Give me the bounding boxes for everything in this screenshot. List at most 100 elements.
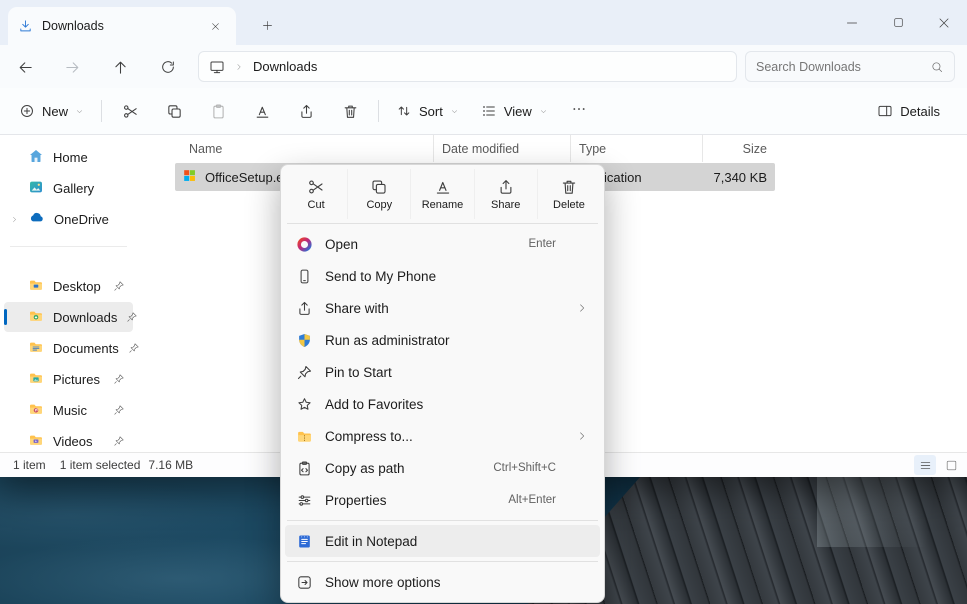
phone-icon (293, 268, 315, 285)
context-share-button[interactable]: Share (474, 169, 537, 219)
sidebar-item-music[interactable]: Music (4, 395, 133, 425)
rename-button[interactable] (240, 93, 284, 129)
context-delete-button[interactable]: Delete (537, 169, 600, 219)
music-folder-icon (28, 401, 44, 420)
view-toggles (914, 455, 962, 475)
share-button[interactable] (284, 93, 328, 129)
view-button[interactable]: View (470, 93, 559, 129)
tab-downloads[interactable]: Downloads (8, 7, 236, 45)
large-icons-view-toggle[interactable] (940, 455, 962, 475)
copy-icon (166, 103, 183, 120)
tab-close-button[interactable] (204, 15, 226, 37)
details-view-toggle[interactable] (914, 455, 936, 475)
tab-title: Downloads (42, 19, 104, 33)
address-bar[interactable]: Downloads (198, 51, 737, 82)
more-options-button[interactable] (559, 93, 599, 129)
ellipsis-icon (571, 101, 587, 122)
chevron-down-icon (450, 107, 459, 116)
minimize-button[interactable] (829, 0, 875, 45)
sidebar-item-gallery[interactable]: Gallery (4, 173, 133, 203)
sidebar-item-desktop[interactable]: Desktop (4, 271, 133, 301)
maximize-icon (892, 16, 905, 29)
context-menu-item-edit-in-notepad[interactable]: Edit in Notepad (285, 525, 600, 557)
refresh-button[interactable] (152, 51, 184, 83)
up-button[interactable] (104, 51, 136, 83)
sort-button[interactable]: Sort (385, 93, 470, 129)
navigation-bar: Downloads (0, 45, 967, 88)
context-menu-item-open[interactable]: Open Enter (285, 228, 600, 260)
pin-icon (113, 435, 125, 447)
menu-item-label: Add to Favorites (325, 397, 423, 412)
context-menu-item-show-more-options[interactable]: Show more options (285, 566, 600, 598)
delete-button[interactable] (328, 93, 372, 129)
close-icon (937, 16, 951, 30)
column-header-date-modified[interactable]: Date modified (433, 135, 570, 162)
sidebar: Home Gallery OneDrive (0, 135, 137, 452)
window-controls (829, 0, 967, 45)
chevron-right-icon (576, 302, 590, 314)
sidebar-item-home[interactable]: Home (4, 142, 133, 172)
menu-divider (287, 561, 598, 562)
new-button[interactable]: New (8, 93, 95, 129)
context-menu-item-compress-to[interactable]: Compress to... (285, 420, 600, 452)
menu-item-shortcut: Ctrl+Shift+C (493, 462, 590, 474)
sidebar-item-onedrive[interactable]: OneDrive (4, 204, 133, 234)
new-button-label: New (42, 104, 68, 119)
sidebar-item-downloads[interactable]: Downloads (4, 302, 133, 332)
menu-item-label: Properties (325, 493, 387, 508)
close-window-button[interactable] (921, 0, 967, 45)
screen: Downloads (0, 0, 967, 604)
chevron-right-icon (576, 430, 590, 442)
sidebar-item-label: Music (53, 403, 87, 418)
maximize-button[interactable] (875, 0, 921, 45)
menu-item-label: Compress to... (325, 429, 413, 444)
officesetup-file-icon (182, 168, 197, 186)
zip-folder-icon (293, 428, 315, 445)
forward-button[interactable] (56, 51, 88, 83)
arrow-up-icon (112, 59, 129, 76)
downloads-folder-icon (28, 308, 44, 327)
column-header-name[interactable]: Name (175, 135, 433, 162)
sidebar-item-videos[interactable]: Videos (4, 426, 133, 452)
videos-folder-icon (28, 432, 44, 451)
menu-item-label: Copy as path (325, 461, 405, 476)
context-menu-item-run-as-administrator[interactable]: Run as administrator (285, 324, 600, 356)
pin-icon (113, 373, 125, 385)
breadcrumb-downloads[interactable]: Downloads (253, 59, 317, 74)
context-menu-item-add-to-favorites[interactable]: Add to Favorites (285, 388, 600, 420)
menu-divider (287, 520, 598, 521)
onedrive-cloud-icon (28, 209, 45, 229)
copy-button[interactable] (152, 93, 196, 129)
context-cut-button[interactable]: Cut (285, 169, 347, 219)
column-headers: Name Date modified Type Size (175, 135, 775, 162)
copy-icon (370, 178, 388, 196)
context-menu-item-pin-to-start[interactable]: Pin to Start (285, 356, 600, 388)
context-copy-button[interactable]: Copy (347, 169, 410, 219)
sidebar-item-label: OneDrive (54, 212, 109, 227)
sidebar-item-label: Downloads (53, 310, 117, 325)
search-input[interactable] (756, 60, 924, 74)
sidebar-item-label: Pictures (53, 372, 100, 387)
sort-button-label: Sort (419, 104, 443, 119)
cut-button[interactable] (108, 93, 152, 129)
arrow-right-icon (64, 59, 81, 76)
new-tab-button[interactable] (254, 12, 280, 38)
back-button[interactable] (9, 51, 41, 83)
pictures-folder-icon (28, 370, 44, 389)
details-button-label: Details (900, 104, 940, 119)
column-header-type[interactable]: Type (570, 135, 702, 162)
context-rename-button[interactable]: Rename (410, 169, 473, 219)
sidebar-item-documents[interactable]: Documents (4, 333, 133, 363)
column-header-size[interactable]: Size (702, 135, 775, 162)
details-pane-button[interactable]: Details (866, 93, 951, 129)
context-menu-item-send-to-my-phone[interactable]: Send to My Phone (285, 260, 600, 292)
download-icon (18, 19, 33, 34)
context-menu-item-copy-as-path[interactable]: Copy as path Ctrl+Shift+C (285, 452, 600, 484)
refresh-icon (160, 59, 176, 75)
paste-button[interactable] (196, 93, 240, 129)
context-menu-item-properties[interactable]: Properties Alt+Enter (285, 484, 600, 516)
trash-icon (342, 103, 359, 120)
context-menu-item-share-with[interactable]: Share with (285, 292, 600, 324)
chevron-right-icon[interactable] (10, 215, 19, 224)
sidebar-item-pictures[interactable]: Pictures (4, 364, 133, 394)
